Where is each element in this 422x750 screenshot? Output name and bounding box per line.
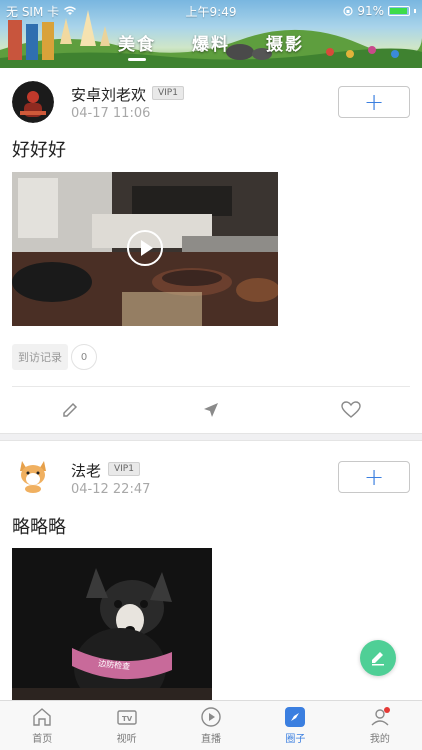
post-card: 法老 VIP1 04-12 22:47 + 略略略 边防检查 bbox=[0, 441, 422, 700]
send-icon[interactable] bbox=[199, 398, 223, 422]
username[interactable]: 法老 bbox=[71, 460, 101, 481]
post-timestamp: 04-12 22:47 bbox=[71, 482, 151, 497]
vip-badge: VIP1 bbox=[152, 86, 184, 100]
nav-profile[interactable]: 我的 bbox=[338, 701, 422, 750]
tab-photography[interactable]: 摄影 bbox=[266, 30, 304, 55]
header-banner: 无 SIM 卡 上午9:49 91% 美食 爆料 摄影 bbox=[0, 0, 422, 68]
post-timestamp: 04-17 11:06 bbox=[71, 106, 151, 121]
post-photo: 边防检查 bbox=[12, 548, 212, 700]
follow-button[interactable]: + bbox=[338, 86, 410, 118]
plus-icon: + bbox=[363, 88, 385, 116]
heart-icon[interactable] bbox=[339, 398, 363, 422]
tab-news[interactable]: 爆料 bbox=[192, 30, 230, 55]
nav-live[interactable]: 直播 bbox=[169, 701, 253, 750]
compose-button[interactable] bbox=[360, 640, 396, 676]
avatar[interactable] bbox=[12, 453, 54, 495]
play-circle-icon bbox=[201, 707, 221, 727]
post-text: 略略略 bbox=[12, 517, 66, 538]
plus-icon: + bbox=[363, 463, 385, 491]
follow-button[interactable]: + bbox=[338, 461, 410, 493]
avatar[interactable] bbox=[12, 81, 54, 123]
nav-circle-label: 圈子 bbox=[285, 734, 306, 745]
play-icon[interactable] bbox=[127, 230, 163, 266]
svg-text:TV: TV bbox=[122, 715, 133, 723]
notification-dot bbox=[383, 707, 390, 713]
post-separator bbox=[0, 433, 422, 441]
visit-count: 0 bbox=[71, 344, 97, 370]
edit-icon[interactable] bbox=[58, 398, 82, 422]
compass-icon bbox=[285, 707, 306, 727]
bottom-nav: 首页 TV 视听 直播 圈子 我的 bbox=[0, 700, 422, 750]
home-icon bbox=[33, 708, 51, 726]
nav-circle[interactable]: 圈子 bbox=[253, 701, 337, 750]
nav-video-label: 视听 bbox=[116, 734, 137, 745]
status-bar: 无 SIM 卡 上午9:49 91% bbox=[0, 0, 422, 22]
tv-icon: TV bbox=[116, 710, 137, 725]
post-feed[interactable]: 安卓刘老欢 VIP1 04-17 11:06 + 好好好 到访记录 0 法老 V… bbox=[0, 68, 422, 700]
post-card: 安卓刘老欢 VIP1 04-17 11:06 + 好好好 到访记录 0 bbox=[0, 68, 422, 433]
status-time: 上午9:49 bbox=[185, 4, 237, 19]
visit-record-button[interactable]: 到访记录 bbox=[12, 344, 68, 370]
nav-home-label: 首页 bbox=[32, 734, 53, 745]
post-image[interactable]: 边防检查 bbox=[12, 548, 212, 700]
vip-badge: VIP1 bbox=[108, 462, 140, 476]
nav-live-label: 直播 bbox=[201, 734, 222, 745]
username[interactable]: 安卓刘老欢 bbox=[71, 84, 146, 105]
nav-profile-label: 我的 bbox=[369, 734, 390, 745]
divider bbox=[12, 386, 410, 387]
tab-food[interactable]: 美食 bbox=[118, 30, 156, 61]
category-tabs: 美食 爆料 摄影 bbox=[0, 30, 422, 61]
app-screen: 无 SIM 卡 上午9:49 91% 美食 爆料 摄影 安卓刘老欢 VIP1 0… bbox=[0, 0, 422, 750]
post-text: 好好好 bbox=[12, 140, 66, 161]
nav-video[interactable]: TV 视听 bbox=[84, 701, 168, 750]
battery-icon bbox=[388, 6, 410, 16]
post-video[interactable] bbox=[12, 172, 278, 326]
pencil-icon bbox=[372, 652, 384, 666]
nav-home[interactable]: 首页 bbox=[0, 701, 84, 750]
